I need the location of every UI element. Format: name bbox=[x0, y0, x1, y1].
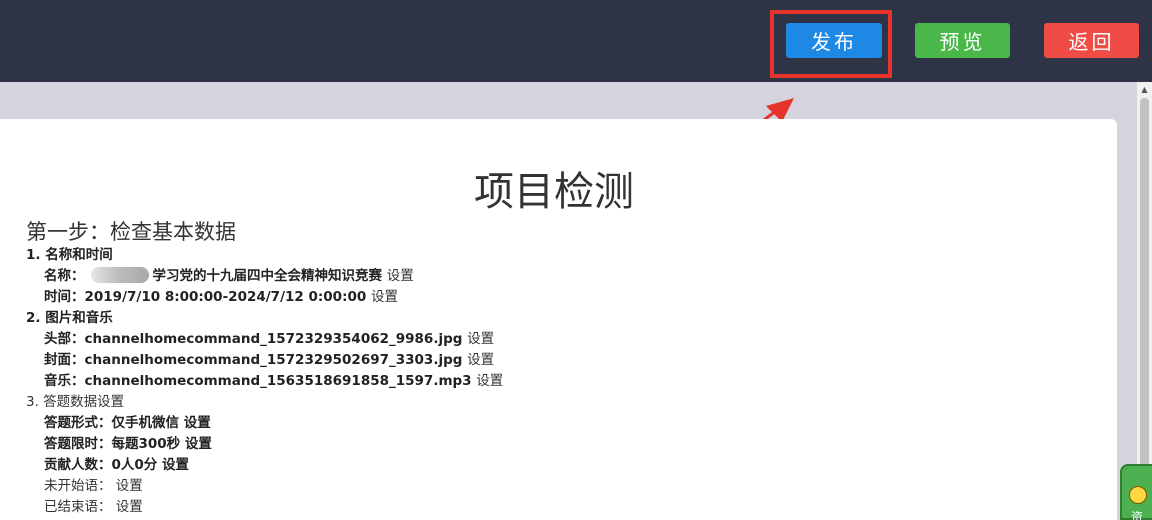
answer-limit-value: 每题300秒 bbox=[111, 436, 181, 452]
step-title: 第一步：检查基本数据 bbox=[26, 220, 236, 244]
header-setting-link[interactable]: 设置 bbox=[467, 331, 494, 347]
time-label: 时间： bbox=[44, 289, 85, 305]
not-started-label: 未开始语： bbox=[44, 478, 112, 494]
header-label: 头部： bbox=[44, 331, 85, 347]
name-label: 名称： bbox=[44, 268, 85, 284]
scroll-up-icon[interactable]: ▲ bbox=[1137, 82, 1152, 96]
vertical-scrollbar[interactable]: ▲ bbox=[1137, 82, 1152, 520]
cover-value: channelhomecommand_1572329502697_3303.jp… bbox=[84, 352, 463, 368]
name-row: 名称： 学习党的十九届四中全会精神知识竞赛 设置 bbox=[44, 266, 414, 286]
music-value: channelhomecommand_1563518691858_1597.mp… bbox=[84, 373, 472, 389]
content-panel: 项目检测 第一步：检查基本数据 1. 名称和时间 名称： 学习党的十九届四中全会精… bbox=[0, 119, 1117, 520]
answer-form-row: 答题形式：仅手机微信 设置 bbox=[44, 413, 211, 433]
time-setting-link[interactable]: 设置 bbox=[371, 289, 398, 305]
scrollbar-thumb[interactable] bbox=[1140, 98, 1149, 468]
cover-image-row: 封面：channelhomecommand_1572329502697_3303… bbox=[44, 350, 494, 370]
smiley-icon bbox=[1129, 486, 1147, 504]
answer-form-setting-link[interactable]: 设置 bbox=[184, 415, 211, 431]
contributors-label: 贡献人数： bbox=[44, 457, 112, 473]
publish-highlight-box bbox=[770, 10, 892, 78]
cover-label: 封面： bbox=[44, 352, 85, 368]
answer-form-value: 仅手机微信 bbox=[111, 415, 180, 431]
not-started-row: 未开始语： 设置 bbox=[44, 476, 143, 496]
contributors-setting-link[interactable]: 设置 bbox=[162, 457, 189, 473]
answer-limit-row: 答题限时：每题300秒 设置 bbox=[44, 434, 212, 454]
time-value: 2019/7/10 8:00:00-2024/7/12 0:00:00 bbox=[84, 289, 367, 305]
cover-setting-link[interactable]: 设置 bbox=[467, 352, 494, 368]
page-title: 项目检测 bbox=[474, 169, 634, 215]
contributors-value: 0人0分 bbox=[111, 457, 158, 473]
header-image-row: 头部：channelhomecommand_1572329354062_9986… bbox=[44, 329, 494, 349]
section-heading-name-time: 1. 名称和时间 bbox=[26, 247, 113, 263]
name-value: 学习党的十九届四中全会精神知识竞赛 bbox=[152, 268, 383, 284]
music-label: 音乐： bbox=[44, 373, 85, 389]
section-heading-answer: 3. 答题数据设置 bbox=[26, 394, 125, 410]
preview-button[interactable]: 预览 bbox=[915, 23, 1010, 58]
name-setting-link[interactable]: 设置 bbox=[387, 268, 414, 284]
answer-form-label: 答题形式： bbox=[44, 415, 112, 431]
section-heading-media: 2. 图片和音乐 bbox=[26, 310, 113, 326]
blurred-name-prefix bbox=[90, 267, 149, 283]
not-started-setting-link[interactable]: 设置 bbox=[116, 478, 143, 494]
time-row: 时间：2019/7/10 8:00:00-2024/7/12 0:00:00 设… bbox=[44, 287, 398, 307]
floating-service-widget[interactable]: 资 bbox=[1120, 464, 1152, 520]
contributors-row: 贡献人数：0人0分 设置 bbox=[44, 455, 189, 475]
back-button[interactable]: 返回 bbox=[1044, 23, 1139, 58]
answer-limit-setting-link[interactable]: 设置 bbox=[185, 436, 212, 452]
ended-row: 已结束语： 设置 bbox=[44, 497, 143, 517]
floating-widget-text: 资 bbox=[1131, 510, 1144, 520]
answer-limit-label: 答题限时： bbox=[44, 436, 112, 452]
header-value: channelhomecommand_1572329354062_9986.jp… bbox=[84, 331, 463, 347]
music-row: 音乐：channelhomecommand_1563518691858_1597… bbox=[44, 371, 503, 391]
ended-label: 已结束语： bbox=[44, 499, 112, 515]
music-setting-link[interactable]: 设置 bbox=[476, 373, 503, 389]
ended-setting-link[interactable]: 设置 bbox=[116, 499, 143, 515]
top-toolbar: 发布 预览 返回 bbox=[0, 0, 1152, 82]
